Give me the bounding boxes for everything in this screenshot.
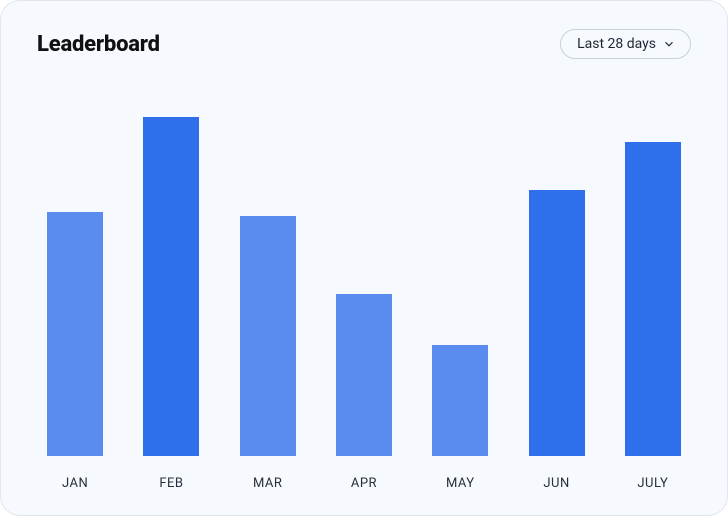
bar (336, 294, 392, 456)
x-tick: JUN (528, 476, 584, 491)
time-range-label: Last 28 days (577, 36, 656, 52)
time-range-select[interactable]: Last 28 days (560, 29, 691, 59)
bar (47, 212, 103, 456)
x-tick: MAR (240, 476, 296, 491)
bar-column (432, 87, 488, 456)
x-axis: JAN FEB MAR APR MAY JUN JULY (37, 462, 691, 491)
bar (529, 190, 585, 456)
bar (432, 345, 488, 456)
x-tick: JULY (625, 476, 681, 491)
bar-column (240, 87, 296, 456)
bar-column (47, 87, 103, 456)
x-tick: APR (336, 476, 392, 491)
x-tick: FEB (143, 476, 199, 491)
bar-column (528, 87, 584, 456)
bar (240, 216, 296, 456)
bar (143, 117, 199, 456)
bar-chart (37, 67, 691, 456)
bar-column (143, 87, 199, 456)
leaderboard-card: Leaderboard Last 28 days JAN FEB MAR APR MAY… (0, 0, 728, 516)
x-tick: JAN (47, 476, 103, 491)
card-header: Leaderboard Last 28 days (37, 29, 691, 59)
page-title: Leaderboard (37, 32, 160, 57)
bar (625, 142, 681, 456)
bar-column (336, 87, 392, 456)
chevron-down-icon (662, 37, 676, 51)
x-tick: MAY (432, 476, 488, 491)
bar-column (625, 87, 681, 456)
